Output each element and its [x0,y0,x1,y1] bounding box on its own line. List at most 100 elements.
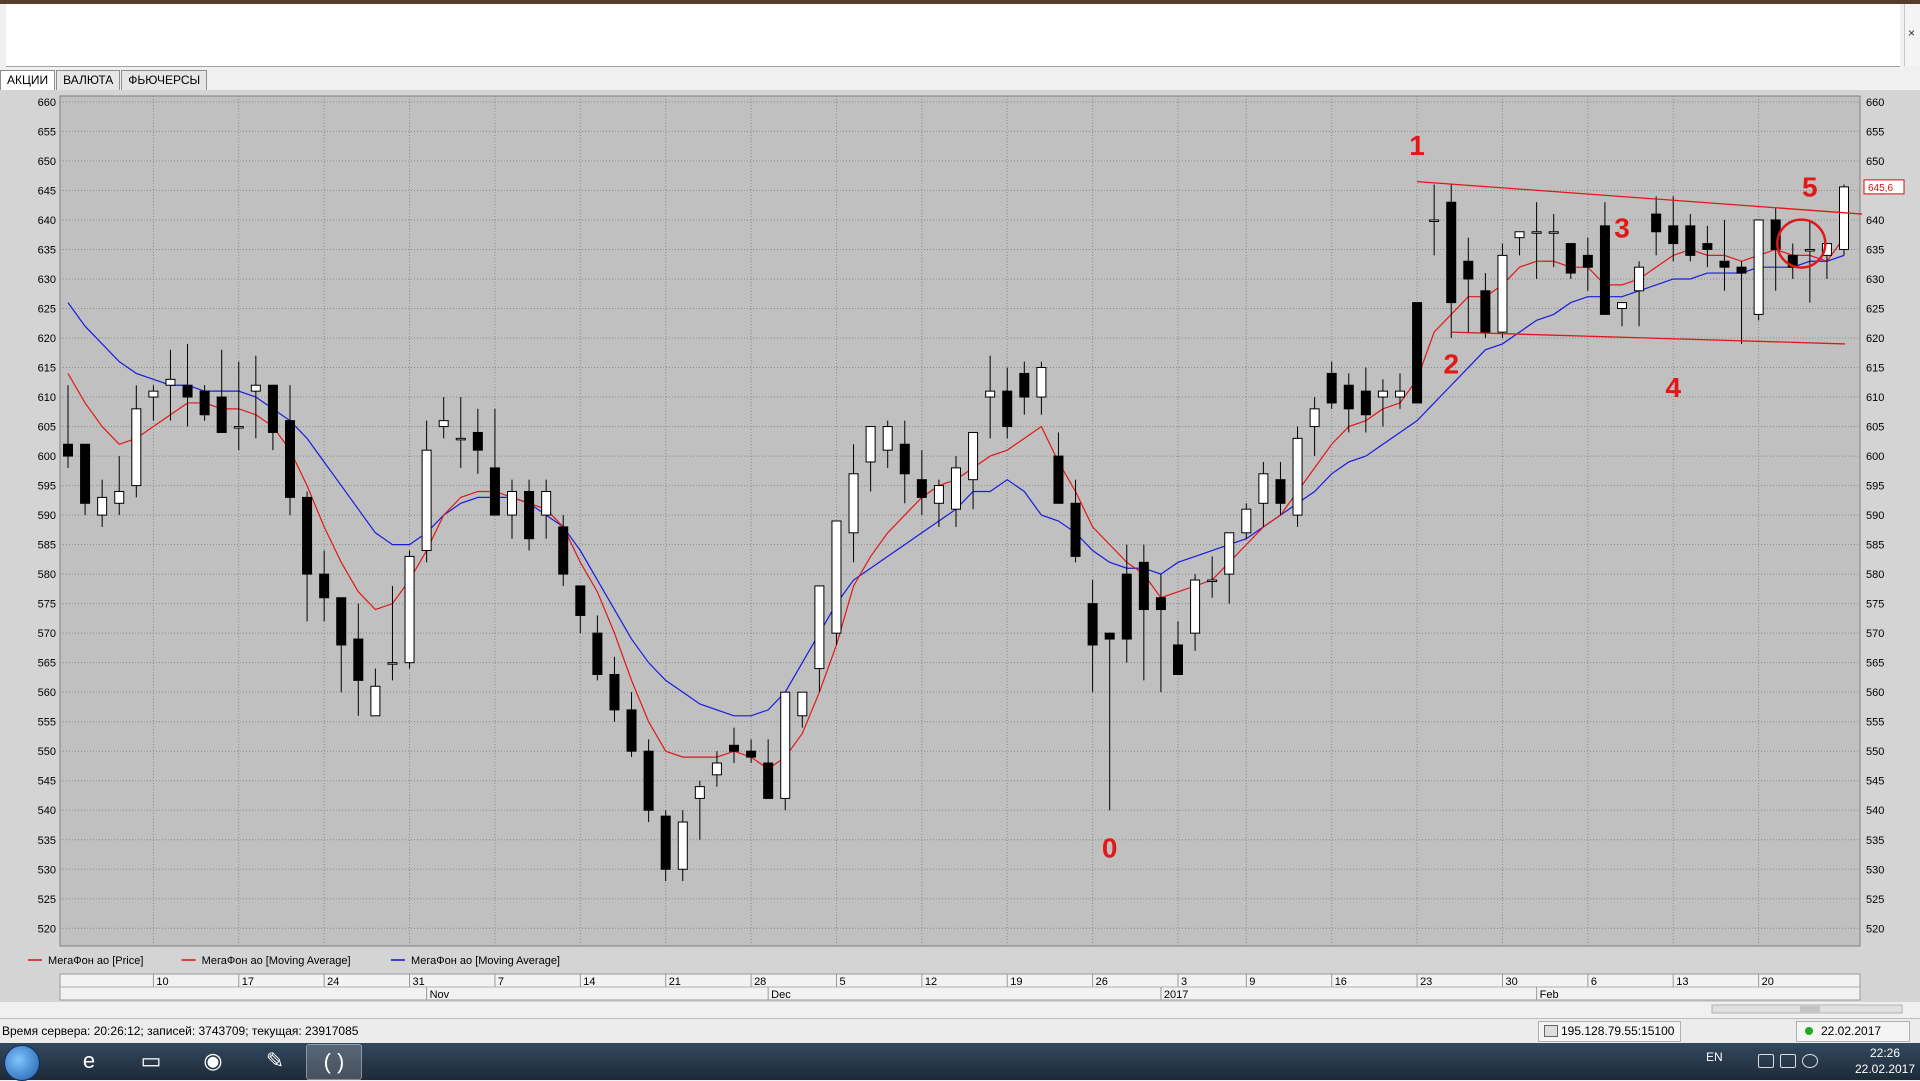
y-tick-label-right: 565 [1866,658,1884,670]
x-month-label: 2017 [1164,989,1188,1001]
candle [1565,243,1576,274]
network-tray-icon[interactable] [1780,1054,1796,1068]
candle [404,555,415,664]
plot-area [59,95,1861,947]
candle [1617,302,1627,310]
candle [80,443,91,504]
price-chart[interactable]: 520 520525 525530 530535 535540 540545 545550 5… [0,90,1920,1018]
candle [387,662,398,665]
tab-stocks[interactable]: АКЦИИ [0,70,56,90]
close-icon[interactable]: × [1908,26,1915,40]
y-tick-label-right: 530 [1866,864,1884,876]
start-button[interactable] [4,1045,40,1081]
terminal-icon[interactable]: ( ) [306,1044,362,1080]
candle [643,750,654,811]
candle [1036,367,1047,398]
y-tick-label-left: 570 [38,628,56,640]
y-tick-label-left: 635 [38,244,56,256]
folder-icon[interactable]: ▭ [124,1044,178,1078]
y-tick-label-right: 640 [1866,215,1884,227]
candle [319,573,330,599]
clock[interactable]: 22:26 22.02.2017 [1850,1045,1920,1077]
candle [1719,260,1730,268]
clock-date: 22.02.2017 [1854,1062,1916,1076]
candle [472,431,483,451]
candle [1104,632,1115,640]
candle [848,473,859,534]
x-tick-label: 20 [1762,976,1774,988]
candle [985,390,996,398]
y-tick-label-left: 605 [38,422,56,434]
candle [1173,644,1183,675]
last-price-label: 645,6 [1868,183,1893,194]
y-tick-label-right: 610 [1866,392,1884,404]
connection-address: 195.128.79.55:15100 [1561,1024,1675,1038]
chrome-icon[interactable]: ◉ [186,1044,240,1078]
candle [729,744,739,752]
x-month-label: Dec [771,989,791,1001]
candle [814,585,825,670]
y-tick-label-right: 630 [1866,274,1884,286]
y-tick-label-right: 655 [1866,126,1884,138]
y-tick-label-right: 660 [1866,97,1884,109]
y-tick-label-right: 595 [1866,481,1884,493]
candle [1685,225,1696,256]
y-tick-label-left: 530 [38,864,56,876]
y-tick-label-left: 575 [38,599,56,611]
y-tick-label-right: 605 [1866,422,1884,434]
flag-icon[interactable] [1758,1054,1774,1068]
candle [1463,260,1474,280]
ie-icon[interactable]: e [62,1044,116,1078]
candle [1138,561,1149,611]
candle [336,597,347,646]
wave-label: 2 [1443,348,1459,379]
y-tick-label-right: 550 [1866,746,1884,758]
language-indicator[interactable]: EN [1706,1050,1723,1064]
candle [558,526,569,575]
candle [1053,455,1064,504]
volume-icon[interactable] [1802,1054,1818,1068]
candle [1395,390,1405,398]
candle [216,396,227,433]
candle [1309,408,1320,428]
candle [1258,473,1269,504]
y-tick-label-left: 590 [38,510,56,522]
candle [1668,225,1679,245]
tab-currency[interactable]: ВАЛЮТА [56,70,121,90]
candle [1446,201,1457,304]
candle [1531,231,1542,234]
y-tick-label-left: 595 [38,481,56,493]
x-month-label: Feb [1540,989,1559,1001]
y-tick-label-right: 545 [1866,776,1884,788]
x-tick-label: 14 [583,976,595,988]
paint-icon[interactable]: ✎ [248,1044,302,1078]
candle [165,378,176,386]
y-tick-label-left: 555 [38,717,56,729]
candle [1087,603,1098,646]
wave-label: 3 [1614,213,1630,244]
candle [1480,290,1491,333]
candle [951,467,961,510]
y-tick-label-right: 600 [1866,451,1884,463]
candle [1241,508,1252,534]
candle [114,490,125,504]
legend-entry: МегаФон ао [Price] [48,955,143,967]
candle [1121,573,1132,640]
market-tabs: АКЦИИ ВАЛЮТА ФЬЮЧЕРСЫ [0,70,208,90]
chart-area: 520 520 525 525 530 530 535 535 540 540 545 545 550 5… [0,90,1920,1014]
candle [541,490,552,516]
candle [575,585,586,616]
candle [285,420,295,498]
server-status-text: Время сервера: 20:26:12; записей: 374370… [2,1024,359,1038]
panel-scrollbar[interactable]: × [1904,4,1920,66]
x-tick-label: 3 [1181,976,1187,988]
candle [1839,186,1849,250]
candle [97,496,108,516]
y-tick-label-right: 580 [1866,569,1884,581]
y-tick-label-left: 580 [38,569,56,581]
candle [677,821,688,870]
tab-futures[interactable]: ФЬЮЧЕРСЫ [121,70,208,90]
candle [507,490,517,516]
y-tick-label-left: 520 [38,923,56,935]
candle [916,479,927,498]
